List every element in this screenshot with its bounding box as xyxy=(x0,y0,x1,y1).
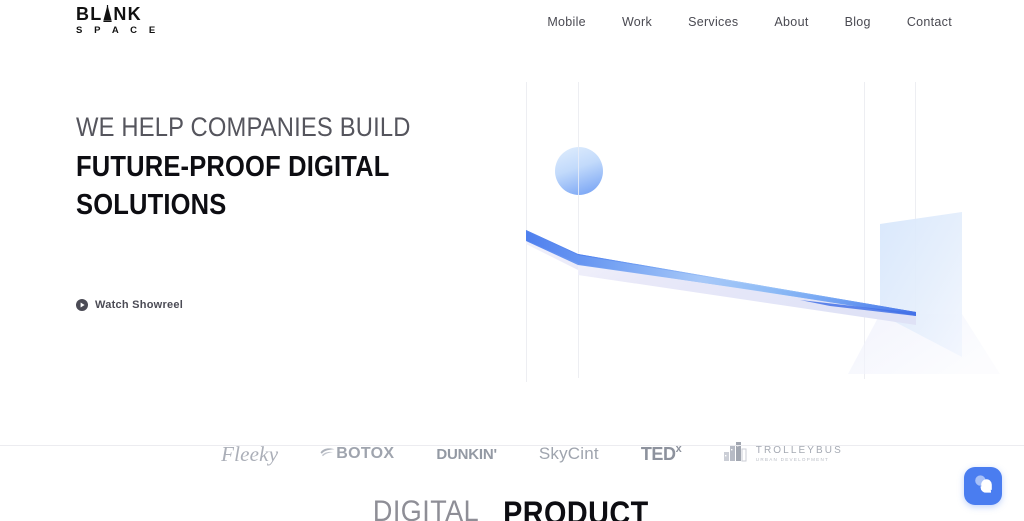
botox-wordmark: BOTOX xyxy=(336,445,395,462)
rocket-a-icon xyxy=(102,5,113,23)
client-logo-dunkin[interactable]: DUNKIN' xyxy=(436,446,497,463)
section-divider xyxy=(0,445,1024,446)
hero-headline-line-2: SOLUTIONS xyxy=(76,189,227,221)
trolleybus-text-block: TROLLEYBUS URBAN DEVELOPMENT xyxy=(756,445,843,464)
logo-text-nk: NK xyxy=(113,4,142,24)
logo-text-bl: BL xyxy=(76,4,103,24)
nav-item-work[interactable]: Work xyxy=(622,15,652,29)
main-navigation: Mobile Work Services About Blog Contact xyxy=(547,0,952,44)
client-logo-skycint[interactable]: SkyCint xyxy=(539,444,599,464)
hero-headline-line-1: FUTURE-PROOF DIGITAL xyxy=(76,151,390,183)
client-logo-botox[interactable]: BOTOX xyxy=(320,445,394,463)
logo-wordmark-bottom: S P A C E xyxy=(76,25,160,36)
nav-item-mobile[interactable]: Mobile xyxy=(547,15,586,29)
site-header: BL NK S P A C E Mobile Work Services Abo… xyxy=(0,0,1024,44)
hero-section: WE HELP COMPANIES BUILD FUTURE-PROOF DIG… xyxy=(0,44,1024,466)
client-logo-tedx[interactable]: TED x xyxy=(640,443,682,465)
botox-swoosh-icon xyxy=(320,445,335,463)
next-section-heading-light: DIGITAL xyxy=(373,495,480,521)
next-section-heading: DIGITAL PRODUCT xyxy=(0,495,1024,521)
hero-headline: FUTURE-PROOF DIGITAL SOLUTIONS xyxy=(76,148,446,224)
watch-showreel-label: Watch Showreel xyxy=(95,299,184,311)
next-section-heading-bold: PRODUCT xyxy=(503,495,649,521)
chat-widget-button[interactable] xyxy=(964,467,1002,505)
nav-item-about[interactable]: About xyxy=(774,15,808,29)
tedx-wordmark: TED xyxy=(640,443,676,464)
logo-blank-space[interactable]: BL NK S P A C E xyxy=(76,5,206,37)
hero-copy: WE HELP COMPANIES BUILD FUTURE-PROOF DIG… xyxy=(76,110,496,224)
trolleybus-tagline: URBAN DEVELOPMENT xyxy=(755,456,830,462)
client-logos: Fleeky BOTOX DUNKIN' SkyCint TED x TROLL… xyxy=(0,429,1024,479)
nav-item-services[interactable]: Services xyxy=(688,15,738,29)
watch-showreel-button[interactable]: Watch Showreel xyxy=(76,299,183,311)
nav-item-contact[interactable]: Contact xyxy=(907,15,952,29)
logo-wordmark-top: BL NK xyxy=(76,5,206,23)
hero-artwork xyxy=(0,44,1024,445)
hero-eyebrow: WE HELP COMPANIES BUILD xyxy=(76,112,411,142)
play-circle-icon xyxy=(76,299,88,311)
chat-bubbles-icon xyxy=(973,474,993,499)
nav-item-blog[interactable]: Blog xyxy=(845,15,871,29)
trolleybus-wordmark: TROLLEYBUS xyxy=(755,444,843,456)
landing-page: BL NK S P A C E Mobile Work Services Abo… xyxy=(0,0,1024,521)
